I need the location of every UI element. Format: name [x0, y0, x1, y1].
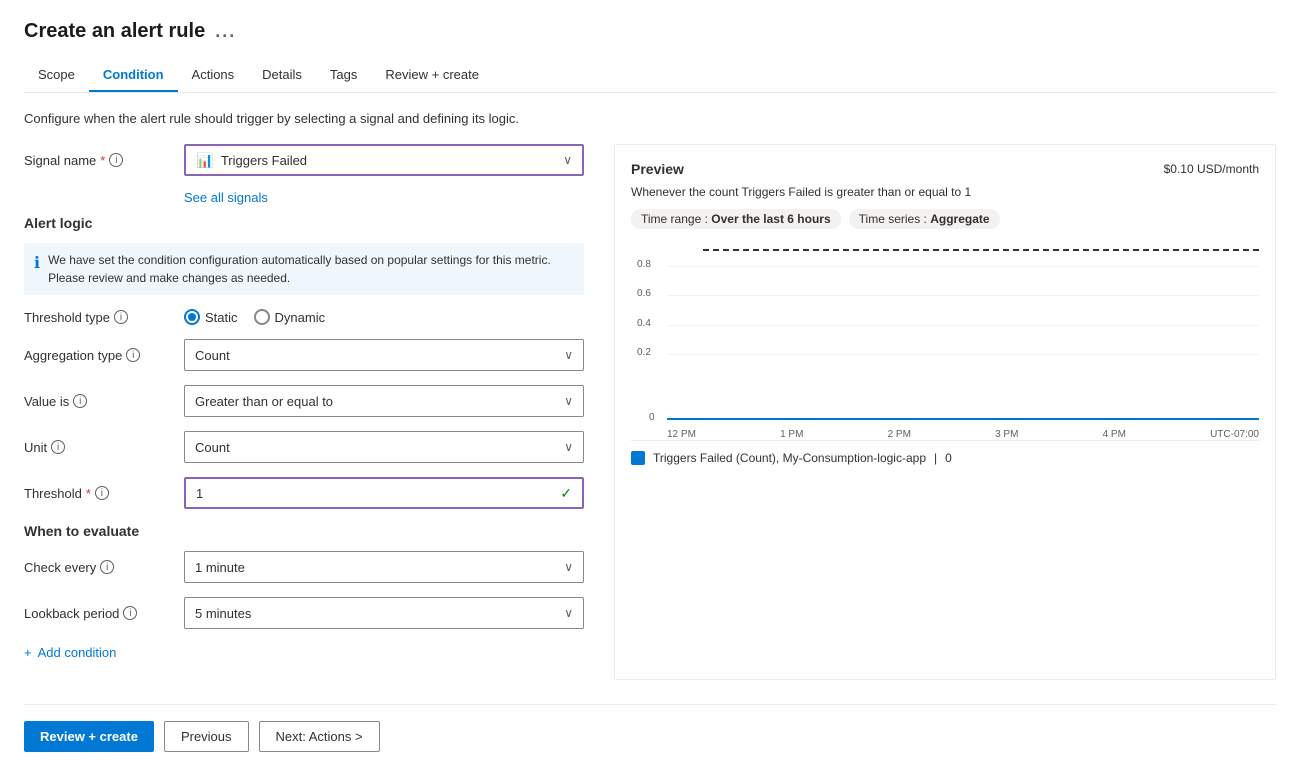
add-condition-label: Add condition	[38, 645, 117, 660]
value-is-label: Value is	[24, 394, 69, 409]
signal-name-value: Triggers Failed	[221, 153, 307, 168]
check-every-chevron-icon: ∨	[564, 560, 573, 574]
threshold-input[interactable]: 1 ✓	[184, 477, 584, 509]
radio-static[interactable]: Static	[184, 309, 238, 325]
chart-x-label-12pm: 12 PM	[667, 429, 696, 440]
preview-chart: 0.8 0.6 0.4 0.2 0	[631, 241, 1259, 441]
check-every-dropdown[interactable]: 1 minute ∨	[184, 551, 584, 583]
unit-value: Count	[195, 440, 230, 455]
check-every-label: Check every	[24, 560, 96, 575]
signal-chart-icon: 📊	[196, 152, 213, 168]
time-range-value: Over the last 6 hours	[711, 212, 830, 226]
preview-description: Whenever the count Triggers Failed is gr…	[631, 185, 1259, 199]
threshold-label: Threshold	[24, 486, 82, 501]
threshold-info-icon[interactable]: i	[95, 486, 109, 500]
lookback-period-value: 5 minutes	[195, 606, 251, 621]
when-to-evaluate-title: When to evaluate	[24, 523, 584, 539]
check-every-value: 1 minute	[195, 560, 245, 575]
aggregation-type-info-icon[interactable]: i	[126, 348, 140, 362]
legend-color-box	[631, 451, 645, 465]
unit-dropdown[interactable]: Count ∨	[184, 431, 584, 463]
add-condition-plus-icon: +	[24, 645, 32, 660]
unit-chevron-icon: ∨	[564, 440, 573, 454]
time-range-label: Time range :	[641, 212, 708, 226]
value-is-dropdown[interactable]: Greater than or equal to ∨	[184, 385, 584, 417]
tab-details[interactable]: Details	[248, 59, 316, 92]
info-banner-icon: ℹ	[34, 252, 40, 287]
legend-text: Triggers Failed (Count), My-Consumption-…	[653, 451, 926, 465]
page-title-dots: ...	[215, 21, 236, 42]
preview-time-range-tag: Time range : Over the last 6 hours	[631, 209, 841, 229]
info-banner: ℹ We have set the condition configuratio…	[24, 243, 584, 295]
signal-required: *	[100, 153, 105, 168]
time-series-label: Time series :	[859, 212, 927, 226]
preview-time-series-tag: Time series : Aggregate	[849, 209, 1000, 229]
radio-dynamic[interactable]: Dynamic	[254, 309, 326, 325]
tab-actions[interactable]: Actions	[178, 59, 249, 92]
signal-name-dropdown[interactable]: 📊 Triggers Failed ∨	[184, 144, 584, 176]
check-every-info-icon[interactable]: i	[100, 560, 114, 574]
previous-button[interactable]: Previous	[164, 721, 249, 752]
chart-timezone: UTC-07:00	[1210, 429, 1259, 440]
threshold-type-info-icon[interactable]: i	[114, 310, 128, 324]
page-description: Configure when the alert rule should tri…	[24, 111, 1276, 126]
value-is-info-icon[interactable]: i	[73, 394, 87, 408]
lookback-chevron-icon: ∨	[564, 606, 573, 620]
signal-chevron-icon: ∨	[563, 153, 572, 167]
legend-separator: |	[934, 451, 937, 465]
tab-scope[interactable]: Scope	[24, 59, 89, 92]
aggregation-type-value: Count	[195, 348, 230, 363]
lookback-period-label: Lookback period	[24, 606, 119, 621]
legend-value: 0	[945, 451, 952, 465]
threshold-line	[703, 249, 1259, 251]
chart-x-label-2pm: 2 PM	[888, 429, 911, 440]
radio-static-circle	[184, 309, 200, 325]
radio-dynamic-circle	[254, 309, 270, 325]
footer: Review + create Previous Next: Actions >	[24, 704, 1276, 752]
time-series-value: Aggregate	[930, 212, 989, 226]
chart-x-label-1pm: 1 PM	[780, 429, 803, 440]
threshold-required: *	[86, 486, 91, 501]
aggregation-type-label: Aggregation type	[24, 348, 122, 363]
chart-x-label-3pm: 3 PM	[995, 429, 1018, 440]
radio-dynamic-label: Dynamic	[275, 310, 326, 325]
tab-condition[interactable]: Condition	[89, 59, 178, 92]
value-is-chevron-icon: ∨	[564, 394, 573, 408]
alert-logic-title: Alert logic	[24, 215, 584, 231]
lookback-period-dropdown[interactable]: 5 minutes ∨	[184, 597, 584, 629]
lookback-period-info-icon[interactable]: i	[123, 606, 137, 620]
threshold-type-label: Threshold type	[24, 310, 110, 325]
signal-info-icon[interactable]: i	[109, 153, 123, 167]
tab-bar: Scope Condition Actions Details Tags Rev…	[24, 59, 1276, 93]
tab-tags[interactable]: Tags	[316, 59, 371, 92]
chart-x-label-4pm: 4 PM	[1103, 429, 1126, 440]
aggregation-chevron-icon: ∨	[564, 348, 573, 362]
preview-panel: Preview $0.10 USD/month Whenever the cou…	[614, 144, 1276, 680]
unit-label: Unit	[24, 440, 47, 455]
page-title: Create an alert rule	[24, 20, 205, 43]
unit-info-icon[interactable]: i	[51, 440, 65, 454]
threshold-type-radio-group: Static Dynamic	[184, 309, 584, 325]
review-create-button[interactable]: Review + create	[24, 721, 154, 752]
preview-title: Preview	[631, 161, 684, 177]
value-is-value: Greater than or equal to	[195, 394, 333, 409]
see-all-signals-link[interactable]: See all signals	[184, 190, 584, 205]
threshold-check-icon: ✓	[560, 485, 572, 502]
preview-cost: $0.10 USD/month	[1164, 162, 1259, 176]
chart-legend: Triggers Failed (Count), My-Consumption-…	[631, 451, 1259, 465]
add-condition-button[interactable]: + Add condition	[24, 645, 584, 660]
radio-static-label: Static	[205, 310, 238, 325]
next-actions-button[interactable]: Next: Actions >	[259, 721, 380, 752]
signal-name-label: Signal name	[24, 153, 96, 168]
aggregation-type-dropdown[interactable]: Count ∨	[184, 339, 584, 371]
info-banner-text: We have set the condition configuration …	[48, 251, 574, 287]
tab-review-create[interactable]: Review + create	[371, 59, 493, 92]
threshold-value: 1	[196, 486, 203, 501]
